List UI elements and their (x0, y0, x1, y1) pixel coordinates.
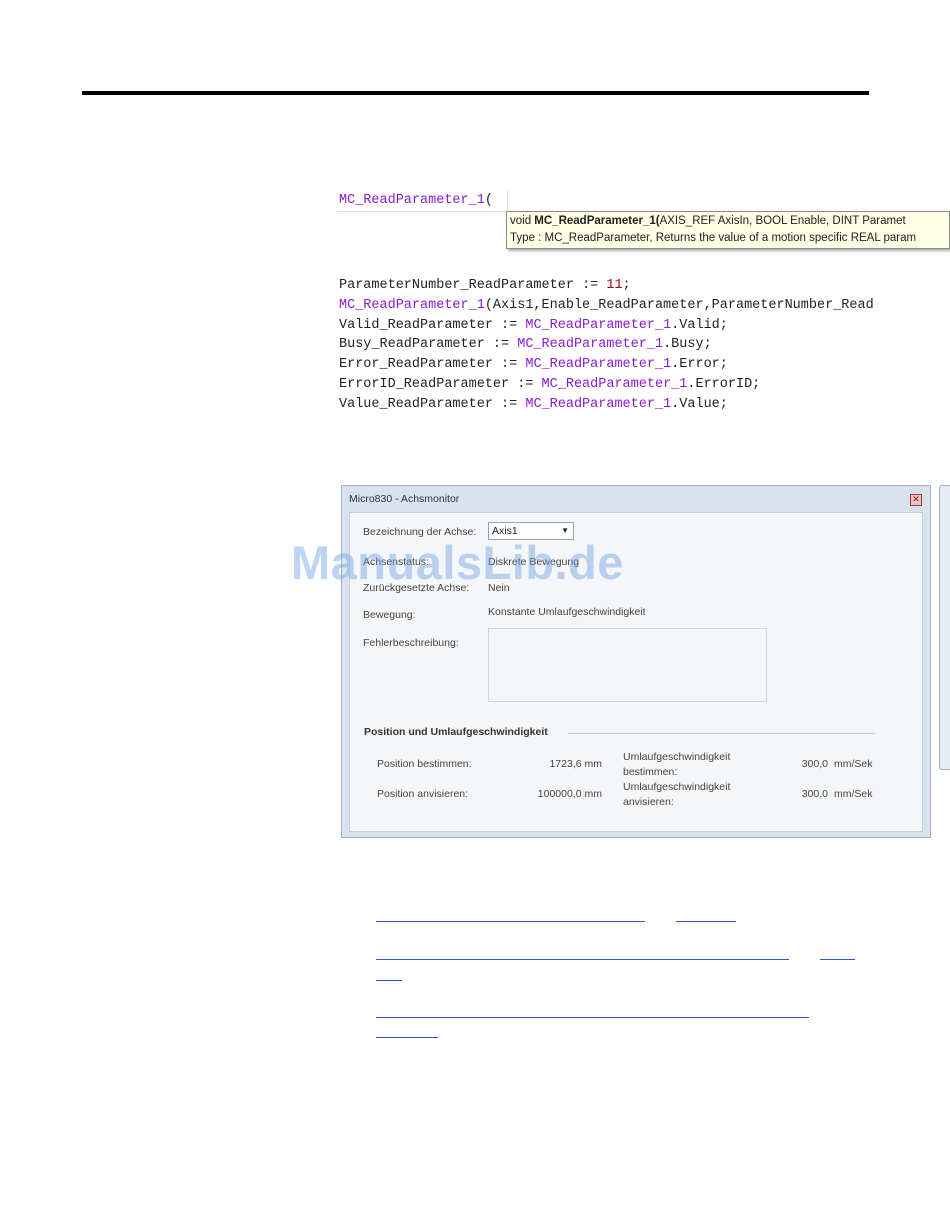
velocity-actual-value: 300,0 (801, 758, 828, 770)
intellisense-tooltip: void MC_ReadParameter_1(AXIS_REF AxisIn,… (506, 211, 950, 249)
code-line: Valid_ReadParameter := MC_ReadParameter_… (339, 317, 728, 333)
adjacent-window-edge (939, 485, 950, 770)
position-target-value: 100000,0 mm (537, 788, 602, 800)
link[interactable] (376, 1017, 809, 1018)
code-block: ParameterNumber_ReadParameter := 11; MC_… (339, 276, 950, 415)
link[interactable] (676, 921, 736, 922)
tooltip-description: Type : MC_ReadParameter, Returns the val… (510, 232, 917, 244)
header-rule (82, 91, 869, 95)
velocity-target-value: 300,0 (801, 788, 828, 800)
motion-value: Konstante Umlaufgeschwindigkeit (488, 606, 646, 618)
motion-label: Bewegung: (363, 609, 416, 621)
velocity-target-unit: mm/Sek (834, 788, 873, 800)
link[interactable] (376, 921, 645, 922)
code-editor-call[interactable]: MC_ReadParameter_1( (337, 191, 950, 212)
position-target-label: Position anvisieren: (377, 788, 469, 800)
link[interactable] (376, 959, 789, 960)
group-divider (568, 733, 875, 734)
error-label: Fehlerbeschreibung: (363, 637, 459, 649)
position-actual-value: 1723,6 mm (549, 758, 602, 770)
code-line: MC_ReadParameter_1(Axis1,Enable_ReadPara… (339, 297, 874, 313)
code-line: Busy_ReadParameter := MC_ReadParameter_1… (339, 337, 712, 353)
code-line: ParameterNumber_ReadParameter := 11; (339, 278, 631, 293)
watermark: ManualsLib.de (291, 536, 624, 589)
group-title: Position und Umlaufgeschwindigkeit (364, 726, 548, 738)
error-description-box (488, 628, 767, 702)
close-icon[interactable]: ✕ (910, 494, 922, 506)
caret (507, 191, 508, 211)
code-line-call: MC_ReadParameter_1( (339, 193, 493, 208)
velocity-actual-label: Umlaufgeschwindigkeit bestimmen: (623, 751, 731, 778)
tooltip-signature: void MC_ReadParameter_1(AXIS_REF AxisIn,… (510, 215, 906, 227)
code-line: Error_ReadParameter := MC_ReadParameter_… (339, 357, 728, 373)
velocity-target-label: Umlaufgeschwindigkeit anvisieren: (623, 781, 731, 808)
code-line: Value_ReadParameter := MC_ReadParameter_… (339, 396, 728, 412)
code-line: ErrorID_ReadParameter := MC_ReadParamete… (339, 376, 761, 392)
dialog-titlebar[interactable]: Micro830 - Achsmonitor ✕ (342, 486, 930, 512)
position-actual-label: Position bestimmen: (377, 758, 472, 770)
velocity-actual-unit: mm/Sek (834, 758, 873, 770)
dialog-title: Micro830 - Achsmonitor (349, 493, 460, 505)
link[interactable] (376, 980, 402, 981)
link[interactable] (820, 959, 855, 960)
link[interactable] (376, 1037, 438, 1038)
